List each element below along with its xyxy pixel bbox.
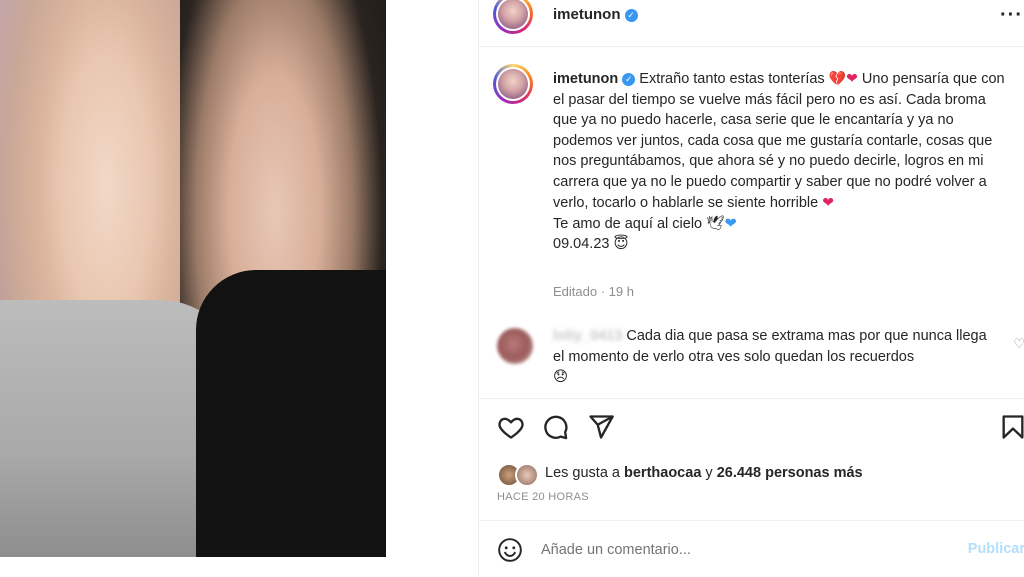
comment-avatar[interactable] xyxy=(497,328,533,364)
heart-icon: ❤ xyxy=(822,194,834,210)
angel-icon: 😇 xyxy=(613,236,629,252)
comment-icon[interactable] xyxy=(541,413,569,441)
post-timestamp[interactable]: HACE 20 HORAS xyxy=(497,491,589,503)
sad-face-icon: 😞 xyxy=(553,369,569,385)
comment-heart-icon[interactable]: ♡ xyxy=(1013,336,1024,352)
likes-user[interactable]: berthaocaa xyxy=(624,465,701,481)
post-header: imetunon ✓ ··· xyxy=(479,0,1024,47)
post-photo[interactable] xyxy=(0,0,386,557)
add-comment-bar: Publicar xyxy=(479,520,1024,577)
post-meta: Editado · 19 h xyxy=(553,284,634,299)
comment-username[interactable]: loliy_0413 xyxy=(553,328,622,344)
caption-date: 09.04.23 xyxy=(553,236,610,252)
heart-icon: ❤ xyxy=(846,70,858,86)
likes-count[interactable]: 26.448 personas más xyxy=(717,465,863,481)
header-avatar[interactable] xyxy=(493,0,533,34)
more-icon[interactable]: ··· xyxy=(1000,4,1023,27)
heart-icon[interactable] xyxy=(497,413,525,441)
verified-icon: ✓ xyxy=(624,9,638,22)
comment-input[interactable] xyxy=(539,535,923,565)
caption-body: Uno pensaría que con el pasar del tiempo… xyxy=(553,71,1005,211)
liker-avatar[interactable] xyxy=(515,463,539,487)
header-username[interactable]: imetunon ✓ xyxy=(553,6,638,23)
post-actions xyxy=(479,398,1024,459)
post-panel: imetunon ✓ ··· imetunon ✓ Extraño tanto es… xyxy=(478,0,1024,576)
blue-heart-icon: ❤ xyxy=(724,215,737,232)
caption-line2: Te amo de aquí al cielo xyxy=(553,215,703,232)
dove-icon: 🕊 xyxy=(706,215,725,232)
likes-text: Les gusta a berthaocaa y 26.448 personas… xyxy=(545,465,863,481)
broken-heart-icon: 💔 xyxy=(828,70,847,86)
likes-summary: Les gusta a berthaocaa y 26.448 personas… xyxy=(497,462,1017,488)
emoji-icon[interactable] xyxy=(497,537,523,563)
comment-text: loliy_0413 Cada dia que pasa se extrama … xyxy=(553,326,993,388)
avatar-image xyxy=(498,69,528,99)
caption-avatar[interactable] xyxy=(493,64,533,104)
post-caption: imetunon ✓ Extraño tanto estas tonterías … xyxy=(553,68,1013,255)
photo-shirt-right xyxy=(196,270,386,557)
comment-item: loliy_0413 Cada dia que pasa se extrama … xyxy=(495,326,1024,396)
publish-button[interactable]: Publicar xyxy=(968,541,1024,557)
bookmark-icon[interactable] xyxy=(999,413,1024,441)
avatar-image xyxy=(498,0,528,29)
caption-username[interactable]: imetunon xyxy=(553,71,618,87)
verified-icon: ✓ xyxy=(622,73,636,86)
caption-text: Extraño tanto estas tonterías xyxy=(639,71,825,87)
share-icon[interactable] xyxy=(587,413,615,441)
